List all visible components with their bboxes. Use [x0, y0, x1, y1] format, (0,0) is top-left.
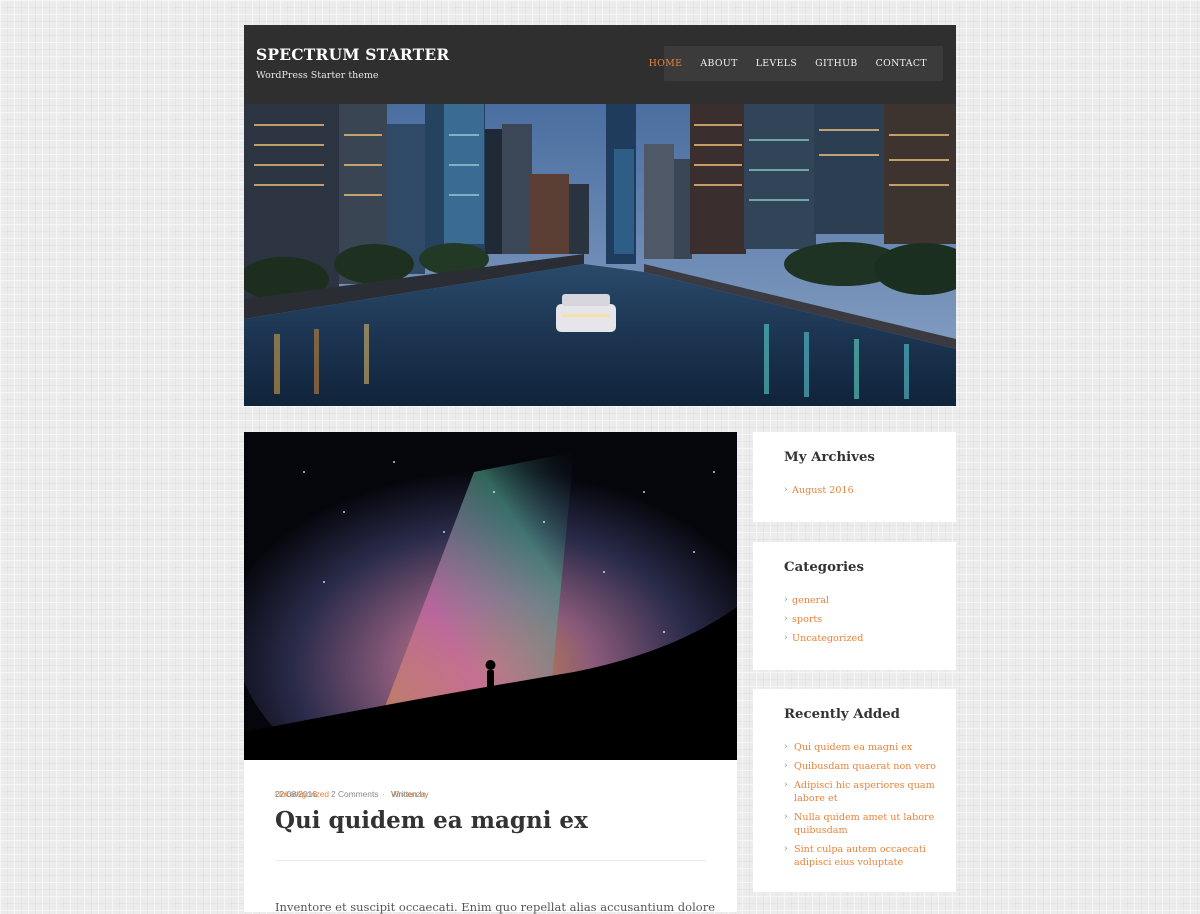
categories-list: › general › sports › Uncategorized: [784, 594, 938, 651]
archives-list: › August 2016: [784, 484, 938, 503]
site-tagline: WordPress Starter theme: [256, 70, 379, 81]
nav-item-github[interactable]: GITHUB: [815, 58, 857, 69]
post-card: 22/08/2016 · 2 Comments · Written by Vin…: [244, 432, 737, 914]
chevron-right-icon: ›: [784, 633, 788, 643]
post-title[interactable]: Qui quidem ea magni ex: [275, 807, 588, 834]
widget-title: My Archives: [784, 450, 875, 465]
site-header: SPECTRUM STARTER WordPress Starter theme…: [244, 25, 956, 104]
post-excerpt: Inventore et suscipit occaecati. Enim qu…: [275, 899, 715, 914]
city-river-night-image: [244, 104, 956, 406]
post-meta: 22/08/2016 · 2 Comments · Written by Vin…: [275, 789, 706, 801]
widget-title: Recently Added: [784, 707, 900, 722]
recent-posts-list: › Qui quidem ea magni ex › Quibusdam quaer…: [784, 741, 938, 875]
chevron-right-icon: ›: [784, 780, 788, 790]
widget-recently-added: Recently Added › Qui quidem ea magni ex ›…: [753, 689, 956, 892]
site-title[interactable]: SPECTRUM STARTER: [256, 45, 449, 64]
recent-post-item[interactable]: › Nulla quidem amet ut labore quibusdam: [784, 811, 938, 837]
nav-item-levels[interactable]: LEVELS: [756, 58, 797, 69]
widget-title: Categories: [784, 560, 864, 575]
post-author: Written by Vincenza: [391, 789, 429, 799]
header-image: [244, 104, 956, 406]
meta-separator: ·: [382, 789, 385, 799]
chevron-right-icon: ›: [784, 812, 788, 822]
chevron-right-icon: ›: [784, 485, 788, 495]
post-comments-link[interactable]: 2 Comments: [331, 789, 378, 799]
nav-item-about[interactable]: ABOUT: [700, 58, 737, 69]
main-nav: HOME ABOUT LEVELS GITHUB CONTACT: [649, 46, 943, 81]
category-item[interactable]: › sports: [784, 613, 938, 626]
recent-post-item[interactable]: › Sint culpa autem occaecati adipisci eiu…: [784, 843, 938, 869]
chevron-right-icon: ›: [784, 761, 788, 771]
recent-post-item[interactable]: › Quibusdam quaerat non vero: [784, 760, 938, 773]
post-date[interactable]: 22/08/2016: [275, 789, 317, 799]
archive-item[interactable]: › August 2016: [784, 484, 938, 497]
chevron-right-icon: ›: [784, 614, 788, 624]
nav-item-home[interactable]: HOME: [649, 58, 683, 69]
written-by-label: Written by: [391, 789, 429, 799]
widget-categories: Categories › general › sports › Uncategoriz…: [753, 542, 956, 670]
category-item[interactable]: › Uncategorized: [784, 632, 938, 645]
widget-archives: My Archives › August 2016: [753, 432, 956, 522]
recent-post-item[interactable]: › Adipisci hic asperiores quam labore et: [784, 779, 938, 805]
chevron-right-icon: ›: [784, 742, 788, 752]
post-divider: [275, 860, 706, 861]
chevron-right-icon: ›: [784, 844, 788, 854]
chevron-right-icon: ›: [784, 595, 788, 605]
meta-separator: ·: [322, 789, 325, 799]
recent-post-item[interactable]: › Qui quidem ea magni ex: [784, 741, 938, 754]
category-item[interactable]: › general: [784, 594, 938, 607]
nav-item-contact[interactable]: CONTACT: [876, 58, 927, 69]
milky-way-featured-image[interactable]: [244, 432, 737, 760]
